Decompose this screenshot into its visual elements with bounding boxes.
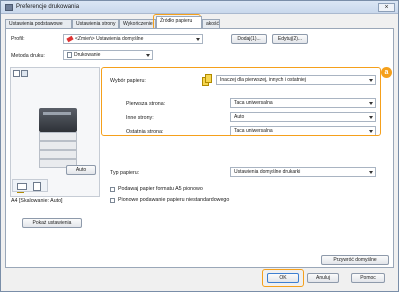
profile-label: Profil:	[11, 36, 25, 42]
chevron-down-icon	[369, 79, 373, 82]
print-method-select[interactable]: Drukowanie	[63, 50, 153, 60]
profile-value: <Zmień> Ustawienia domyślne	[75, 36, 144, 42]
last-page-value: Taca uniwersalna	[234, 128, 273, 134]
title-bar: Preferencje drukowania ×	[1, 1, 398, 14]
preview-toggle-icon[interactable]	[21, 70, 28, 77]
profile-select[interactable]: <Zmień> Ustawienia domyślne	[63, 34, 203, 44]
pencil-icon	[66, 35, 74, 42]
a5-portrait-checkbox[interactable]	[110, 187, 115, 192]
paper-type-select[interactable]: Ustawienia domyślne drukarki	[230, 167, 376, 177]
paper-selection-label: Wybór papieru:	[110, 78, 146, 84]
tab-paper-source[interactable]: Źródło papieru	[156, 16, 202, 28]
help-button[interactable]: Pomoc	[351, 273, 385, 283]
orientation-selector[interactable]	[12, 179, 48, 192]
tab-bar: Ustawienia podstawowe Ustawienia strony …	[5, 16, 365, 28]
printer-image	[39, 108, 77, 172]
first-page-label: Pierwsza strona:	[126, 101, 166, 107]
paper-stack-icon	[202, 74, 213, 86]
last-page-label: Ostatnia strona:	[126, 129, 164, 135]
preferences-window: Preferencje drukowania × Ustawienia pods…	[0, 0, 399, 292]
close-button[interactable]: ×	[378, 3, 395, 12]
other-pages-label: Inne strony:	[126, 115, 154, 121]
first-page-select[interactable]: Taca uniwersalna	[230, 98, 376, 108]
chevron-down-icon	[369, 130, 373, 133]
paper-source-panel: Profil: <Zmień> Ustawienia domyślne Doda…	[5, 28, 394, 268]
chevron-down-icon	[146, 54, 150, 57]
document-icon	[67, 51, 72, 58]
chevron-down-icon	[369, 171, 373, 174]
last-page-select[interactable]: Taca uniwersalna	[230, 126, 376, 136]
auto-button[interactable]: Auto	[66, 165, 96, 175]
nonstandard-portrait-checkbox[interactable]	[110, 198, 115, 203]
preview-panel	[10, 67, 100, 197]
tab-basic-settings[interactable]: Ustawienia podstawowe	[5, 19, 72, 28]
chevron-down-icon	[196, 38, 200, 41]
add-profile-button[interactable]: Dodaj(1)...	[231, 34, 267, 44]
tab-quality[interactable]: akość	[202, 19, 220, 28]
first-page-value: Taca uniwersalna	[234, 100, 273, 106]
paper-selection-value: Inaczej dla pierwszej, innych i ostatnie…	[220, 77, 306, 83]
other-pages-select[interactable]: Auto	[230, 112, 376, 122]
window-title: Preferencje drukowania	[16, 4, 80, 10]
printer-icon	[5, 4, 13, 11]
chevron-down-icon	[369, 116, 373, 119]
paper-type-label: Typ papieru:	[110, 170, 140, 176]
view-toggle-icon[interactable]	[13, 70, 20, 77]
print-method-value: Drukowanie	[74, 52, 101, 58]
landscape-icon	[17, 183, 27, 190]
ok-button[interactable]: OK	[267, 273, 299, 283]
edit-profile-button[interactable]: Edytuj(2)...	[272, 34, 308, 44]
tab-page-settings[interactable]: Ustawienia strony	[72, 19, 119, 28]
restore-defaults-button[interactable]: Przywróć domyślne	[321, 255, 389, 265]
cancel-button[interactable]: Anuluj	[307, 273, 339, 283]
chevron-down-icon	[369, 102, 373, 105]
nonstandard-portrait-label: Pionowe podawanie papieru niestandardowe…	[118, 197, 230, 203]
other-pages-value: Auto	[234, 114, 245, 120]
paper-selection-select[interactable]: Inaczej dla pierwszej, innych i ostatnie…	[216, 75, 376, 85]
a5-portrait-label: Podawaj papier formatu A5 pionowo	[118, 186, 203, 192]
preview-status: A4 [Skalowanie: Auto]	[11, 198, 63, 204]
callout-badge: a	[381, 67, 392, 78]
print-method-label: Metoda druku:	[11, 53, 45, 59]
tab-finishing[interactable]: Wykończenie	[119, 19, 156, 28]
paper-type-value: Ustawienia domyślne drukarki	[234, 169, 301, 175]
show-settings-button[interactable]: Pokaż ustawienia	[22, 218, 82, 228]
portrait-icon	[33, 182, 41, 191]
